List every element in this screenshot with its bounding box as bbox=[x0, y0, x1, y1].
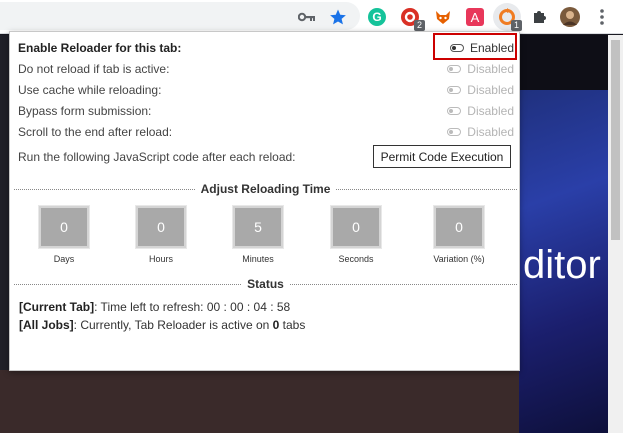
toggle-switch-icon bbox=[447, 107, 462, 115]
toggle-switch-icon bbox=[447, 65, 462, 73]
status-jobs-suffix: tabs bbox=[279, 318, 306, 332]
puzzle-extensions-icon[interactable] bbox=[529, 7, 549, 27]
status-header: Status bbox=[14, 276, 517, 292]
variation-input[interactable]: 0 bbox=[433, 205, 485, 249]
status-jobs-key: [All Jobs] bbox=[19, 318, 74, 332]
js-code-row: Run the following JavaScript code after … bbox=[18, 147, 368, 167]
hours-field: 0 Hours bbox=[131, 205, 191, 264]
divider bbox=[14, 188, 195, 190]
status-jobs-text: : Currently, Tab Reloader is active on bbox=[73, 318, 273, 332]
use-cache-toggle[interactable]: Disabled bbox=[447, 83, 514, 97]
option-label: Bypass form submission: bbox=[18, 104, 152, 118]
toggle-switch-icon bbox=[447, 86, 462, 94]
svg-text:A: A bbox=[471, 10, 480, 25]
extension-badge: 1 bbox=[511, 20, 522, 31]
days-input[interactable]: 0 bbox=[38, 205, 90, 249]
screen: ditor G 2 A 1 Enable Reloader for this t… bbox=[0, 0, 623, 433]
permit-code-execution-button[interactable]: Permit Code Execution bbox=[373, 145, 511, 168]
tab-reloader-extension-icon[interactable]: 1 bbox=[497, 7, 522, 31]
option-label: Use cache while reloading: bbox=[18, 83, 162, 97]
a-extension-icon[interactable]: A bbox=[465, 7, 485, 27]
page-scrollbar-thumb[interactable] bbox=[611, 40, 620, 240]
dont-reload-active-toggle[interactable]: Disabled bbox=[447, 62, 514, 76]
status-current-text: : Time left to refresh: 00 : 00 : 04 : 5… bbox=[94, 300, 291, 314]
reloading-time-header: Adjust Reloading Time bbox=[14, 181, 518, 197]
toggle-switch-icon bbox=[447, 128, 462, 136]
seconds-label: Seconds bbox=[338, 254, 374, 264]
days-label: Days bbox=[53, 254, 75, 264]
divider bbox=[289, 283, 517, 285]
seconds-input[interactable]: 0 bbox=[330, 205, 382, 249]
status-current-tab: [Current Tab]: Time left to refresh: 00 … bbox=[19, 300, 290, 314]
browser-toolbar: G 2 A 1 bbox=[0, 0, 623, 34]
extension-badge: 2 bbox=[414, 20, 425, 31]
option-label: Do not reload if tab is active: bbox=[18, 62, 170, 76]
svg-text:G: G bbox=[372, 10, 381, 24]
minutes-field: 5 Minutes bbox=[228, 205, 288, 264]
option-row: Use cache while reloading: Disabled bbox=[18, 80, 514, 100]
option-label: Scroll to the end after reload: bbox=[18, 125, 173, 139]
days-field: 0 Days bbox=[34, 205, 94, 264]
status-title: Status bbox=[247, 277, 284, 291]
divider bbox=[14, 283, 242, 285]
bookmark-star-icon[interactable] bbox=[328, 7, 348, 27]
reloading-time-title: Adjust Reloading Time bbox=[200, 182, 331, 196]
status-current-key: [Current Tab] bbox=[19, 300, 95, 314]
fox-extension-icon[interactable] bbox=[433, 7, 453, 27]
enable-reloader-label: Enable Reloader for this tab: bbox=[18, 41, 182, 55]
js-code-label: Run the following JavaScript code after … bbox=[18, 150, 296, 164]
option-row: Scroll to the end after reload: Disabled bbox=[18, 122, 514, 142]
minutes-label: Minutes bbox=[242, 254, 274, 264]
toggle-state: Disabled bbox=[467, 104, 514, 118]
scroll-end-toggle[interactable]: Disabled bbox=[447, 125, 514, 139]
hours-label: Hours bbox=[148, 254, 173, 264]
toggle-state: Disabled bbox=[467, 62, 514, 76]
variation-field: 0 Variation (%) bbox=[423, 205, 495, 264]
toggle-state: Disabled bbox=[467, 125, 514, 139]
option-row: Do not reload if tab is active: Disabled bbox=[18, 59, 514, 79]
profile-avatar[interactable] bbox=[560, 7, 580, 27]
hours-input[interactable]: 0 bbox=[135, 205, 187, 249]
chrome-menu-icon[interactable] bbox=[592, 7, 612, 27]
red-extension-icon[interactable]: 2 bbox=[400, 7, 425, 31]
option-row: Bypass form submission: Disabled bbox=[18, 101, 514, 121]
bypass-form-toggle[interactable]: Disabled bbox=[447, 104, 514, 118]
divider bbox=[336, 188, 518, 190]
seconds-field: 0 Seconds bbox=[326, 205, 386, 264]
key-icon[interactable] bbox=[297, 7, 317, 27]
minutes-input[interactable]: 5 bbox=[232, 205, 284, 249]
status-all-jobs: [All Jobs]: Currently, Tab Reloader is a… bbox=[19, 318, 305, 332]
toggle-state: Disabled bbox=[467, 83, 514, 97]
grammarly-extension-icon[interactable]: G bbox=[367, 7, 387, 27]
variation-label: Variation (%) bbox=[433, 254, 485, 264]
enabled-highlight-box bbox=[433, 33, 517, 60]
tab-reloader-popup: Enable Reloader for this tab: Enabled Do… bbox=[9, 31, 520, 371]
background-page-bottom bbox=[0, 370, 519, 433]
background-heading-text: ditor bbox=[523, 243, 601, 287]
